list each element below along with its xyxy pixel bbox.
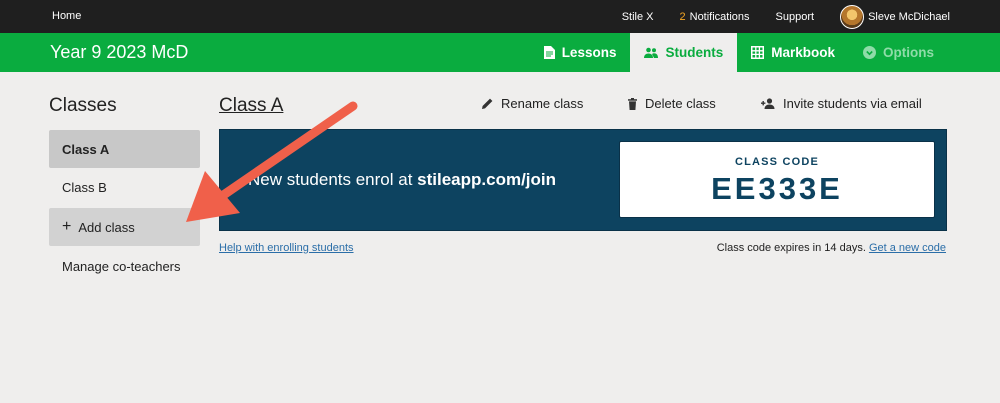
tab-label: Students (665, 45, 724, 60)
enrol-url: stileapp.com/join (417, 170, 557, 189)
add-class-button[interactable]: + Add class (49, 208, 200, 246)
invite-students-button[interactable]: Invite students via email (761, 96, 922, 111)
grid-icon (751, 46, 765, 59)
class-code-box: CLASS CODE EE333E (619, 141, 935, 218)
top-bar-right: Stile X 2 Notifications Support Sleve McD… (622, 0, 1000, 33)
enrol-banner: New students enrol at stileapp.com/join … (219, 129, 947, 231)
delete-class-button[interactable]: Delete class (628, 96, 716, 111)
support-link[interactable]: Support (776, 11, 815, 23)
top-bar: Home Stile X 2 Notifications Support Slev… (0, 0, 1000, 33)
home-link[interactable]: Home (52, 10, 81, 22)
stile-x-link[interactable]: Stile X (622, 11, 654, 23)
tab-lessons[interactable]: Lessons (530, 33, 631, 72)
class-title: Class A (219, 95, 284, 116)
invite-students-label: Invite students via email (783, 96, 922, 111)
help-enrolling-link[interactable]: Help with enrolling students (219, 242, 354, 254)
people-icon (644, 47, 659, 58)
notifications-link[interactable]: 2 Notifications (680, 11, 750, 23)
class-code-label: CLASS CODE (734, 156, 820, 168)
rename-class-label: Rename class (501, 96, 584, 111)
sidebar-item-manage-co-teachers[interactable]: Manage co-teachers (49, 247, 200, 285)
tab-label: Options (883, 45, 934, 60)
avatar (840, 4, 865, 29)
user-menu[interactable]: Sleve McDichael (840, 4, 950, 29)
tab-students[interactable]: Students (630, 33, 738, 72)
notifications-label: Notifications (689, 10, 750, 23)
trash-icon (628, 97, 637, 110)
document-icon (543, 46, 555, 59)
sidebar-title: Classes (49, 95, 117, 116)
add-person-icon (761, 98, 775, 109)
class-code-expiry: Class code expires in 14 days. Get a new… (717, 242, 946, 254)
tab-options[interactable]: Options (849, 33, 948, 72)
sidebar-item-label: Manage co-teachers (62, 258, 181, 274)
pencil-icon (482, 98, 493, 109)
sidebar-item-label: Add class (78, 219, 135, 235)
expiry-text: Class code expires in 14 days. (716, 242, 866, 254)
enrol-instructions: New students enrol at stileapp.com/join (248, 170, 556, 190)
sidebar-item-label: Class A (62, 141, 110, 157)
tab-markbook[interactable]: Markbook (737, 33, 849, 72)
user-name: Sleve McDichael (868, 10, 950, 23)
course-header: Year 9 2023 McD Lessons Students Markboo… (0, 33, 1000, 72)
plus-icon: + (62, 218, 72, 235)
sidebar-item-class-b[interactable]: Class B (49, 168, 200, 206)
tab-label: Lessons (561, 45, 617, 60)
rename-class-button[interactable]: Rename class (482, 96, 583, 111)
course-title: Year 9 2023 McD (50, 42, 189, 62)
sidebar-item-class-a[interactable]: Class A (49, 130, 200, 168)
get-new-code-link[interactable]: Get a new code (869, 242, 946, 254)
tab-label: Markbook (771, 45, 835, 60)
course-tabs: Lessons Students Markbook Options (530, 33, 948, 72)
delete-class-label: Delete class (645, 96, 716, 111)
chevron-circle-icon (863, 46, 876, 59)
sidebar-item-label: Class B (62, 179, 107, 195)
notifications-count: 2 (679, 10, 686, 23)
enrol-prefix: New students enrol at (248, 170, 418, 189)
class-code-value: EE333E (711, 171, 843, 206)
